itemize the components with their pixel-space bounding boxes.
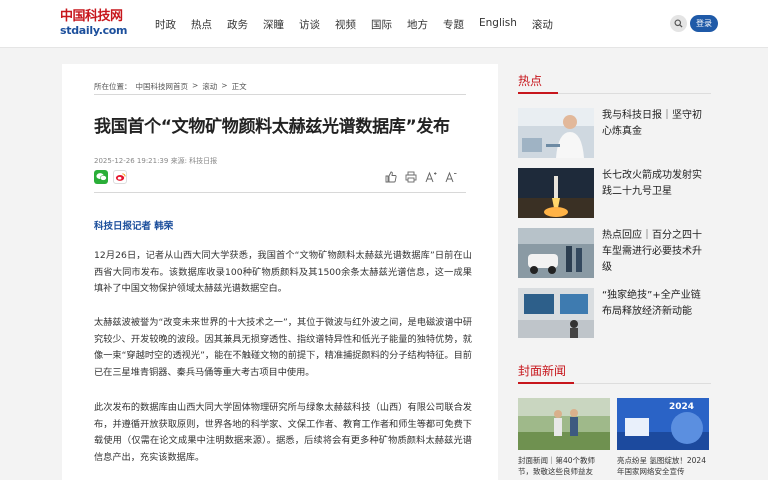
- nav-item-difang[interactable]: 地方: [407, 17, 428, 32]
- article-reporter: 科技日报记者 韩荣: [94, 221, 174, 232]
- like-icon[interactable]: [384, 170, 398, 184]
- breadcrumb-home-link[interactable]: 中国科技网首页: [136, 81, 189, 92]
- nav-item-zhuanti[interactable]: 专题: [443, 17, 464, 32]
- hot-news-title: 我与科技日报｜坚守初心炼真金: [602, 110, 702, 137]
- news-thumbnail: [518, 108, 594, 158]
- nav-item-shipin[interactable]: 视频: [335, 17, 356, 32]
- nav-item-redian[interactable]: 热点: [191, 17, 212, 32]
- cover-news-item[interactable]: 封面新闻｜第40个教师节，致敬这些良师益友: [518, 398, 610, 480]
- share-bar: [94, 170, 132, 184]
- hot-news-item[interactable]: 热点回应｜百分之四十车型需进行必要技术升级: [518, 228, 714, 278]
- hot-news-title: 长七改火箭成功发射实践二十九号卫星: [602, 170, 702, 197]
- breadcrumb-prefix: 所在位置：: [94, 82, 132, 91]
- hot-news-item[interactable]: “独家绝技”+全产业链布局释放经济新动能: [518, 288, 714, 338]
- breadcrumb: 所在位置： 中国科技网首页 > 滚动 > 正文: [94, 81, 251, 92]
- main-nav: 时政 热点 政务 深瞳 访谈 视频 国际 地方 专题 English 滚动: [155, 17, 568, 32]
- print-icon[interactable]: [404, 170, 418, 184]
- cover-news-title: 封面新闻｜第40个教师节，致敬这些良师益友: [518, 456, 596, 476]
- nav-item-gundong[interactable]: 滚动: [532, 17, 553, 32]
- news-thumbnail: [518, 398, 610, 450]
- article-title: 我国首个“文物矿物颜料太赫兹光谱数据库”发布: [94, 117, 450, 137]
- section-accent-bar: [518, 92, 558, 94]
- article-paragraph: 12月26日，记者从山西大同大学获悉，我国首个“文物矿物颜料太赫兹光谱数据库”日…: [94, 250, 472, 294]
- cover-news-item[interactable]: 2024 亮点纷呈 氢图绽放！2024年国家网络安全宣传: [617, 398, 709, 480]
- cover-news-title: 亮点纷呈 氢图绽放！2024年国家网络安全宣传: [617, 456, 706, 476]
- article-meta: 2025-12-26 19:21:39 来源: 科技日报: [94, 157, 218, 165]
- weibo-share-icon[interactable]: [113, 170, 127, 184]
- nav-item-shizheng[interactable]: 时政: [155, 17, 176, 32]
- hot-news-title: “独家绝技”+全产业链布局释放经济新动能: [602, 290, 701, 317]
- search-button[interactable]: [670, 15, 687, 32]
- breadcrumb-separator: >: [192, 81, 199, 90]
- font-decrease-icon[interactable]: [444, 170, 458, 184]
- nav-item-guoji[interactable]: 国际: [371, 17, 392, 32]
- hot-news-title: 热点回应｜百分之四十车型需进行必要技术升级: [602, 230, 702, 273]
- news-thumbnail: [518, 228, 594, 278]
- login-button[interactable]: 登录: [690, 15, 718, 32]
- breadcrumb-current: 正文: [231, 82, 247, 91]
- news-thumbnail: [518, 288, 594, 338]
- breadcrumb-separator: >: [221, 81, 228, 90]
- nav-item-english[interactable]: English: [479, 17, 517, 32]
- nav-item-shentong[interactable]: 深瞳: [263, 17, 284, 32]
- nav-item-fangtan[interactable]: 访谈: [299, 17, 320, 32]
- news-thumbnail: [518, 168, 594, 218]
- font-increase-icon[interactable]: [424, 170, 438, 184]
- site-header: 中国科技网 stdaily.com 时政 热点 政务 深瞳 访谈 视频 国际 地…: [0, 0, 768, 48]
- article-paragraph: 此次发布的数据库由山西大同大学固体物理研究所与绿象太赫兹科技（山西）有限公司联合…: [94, 402, 472, 463]
- cover-section-header: 封面新闻: [518, 362, 711, 384]
- logo-en-text: stdaily.com: [60, 24, 128, 37]
- cover-section-title: 封面新闻: [518, 364, 567, 378]
- hot-news-item[interactable]: 长七改火箭成功发射实践二十九号卫星: [518, 168, 714, 218]
- wechat-share-icon[interactable]: [94, 170, 108, 184]
- site-logo[interactable]: 中国科技网 stdaily.com: [60, 9, 130, 39]
- nav-item-zhengwu[interactable]: 政务: [227, 17, 248, 32]
- news-thumbnail: 2024: [617, 398, 709, 450]
- hot-section-title: 热点: [518, 74, 543, 88]
- divider: [94, 192, 466, 193]
- cover-badge-text: 2024: [669, 402, 695, 412]
- hot-news-item[interactable]: 我与科技日报｜坚守初心炼真金: [518, 108, 714, 158]
- article-tools: [384, 170, 464, 184]
- article-paragraph: 太赫兹波被誉为“改变未来世界的十大技术之一”，其位于微波与红外波之间，是电磁波谱…: [94, 317, 472, 378]
- breadcrumb-channel-link[interactable]: 滚动: [202, 81, 217, 92]
- logo-cn-text: 中国科技网: [60, 9, 123, 24]
- divider: [94, 94, 466, 95]
- section-accent-bar: [518, 382, 574, 384]
- hot-section-header: 热点: [518, 72, 711, 94]
- search-icon: [674, 19, 683, 28]
- article-card: 所在位置： 中国科技网首页 > 滚动 > 正文 我国首个“文物矿物颜料太赫兹光谱…: [62, 64, 498, 480]
